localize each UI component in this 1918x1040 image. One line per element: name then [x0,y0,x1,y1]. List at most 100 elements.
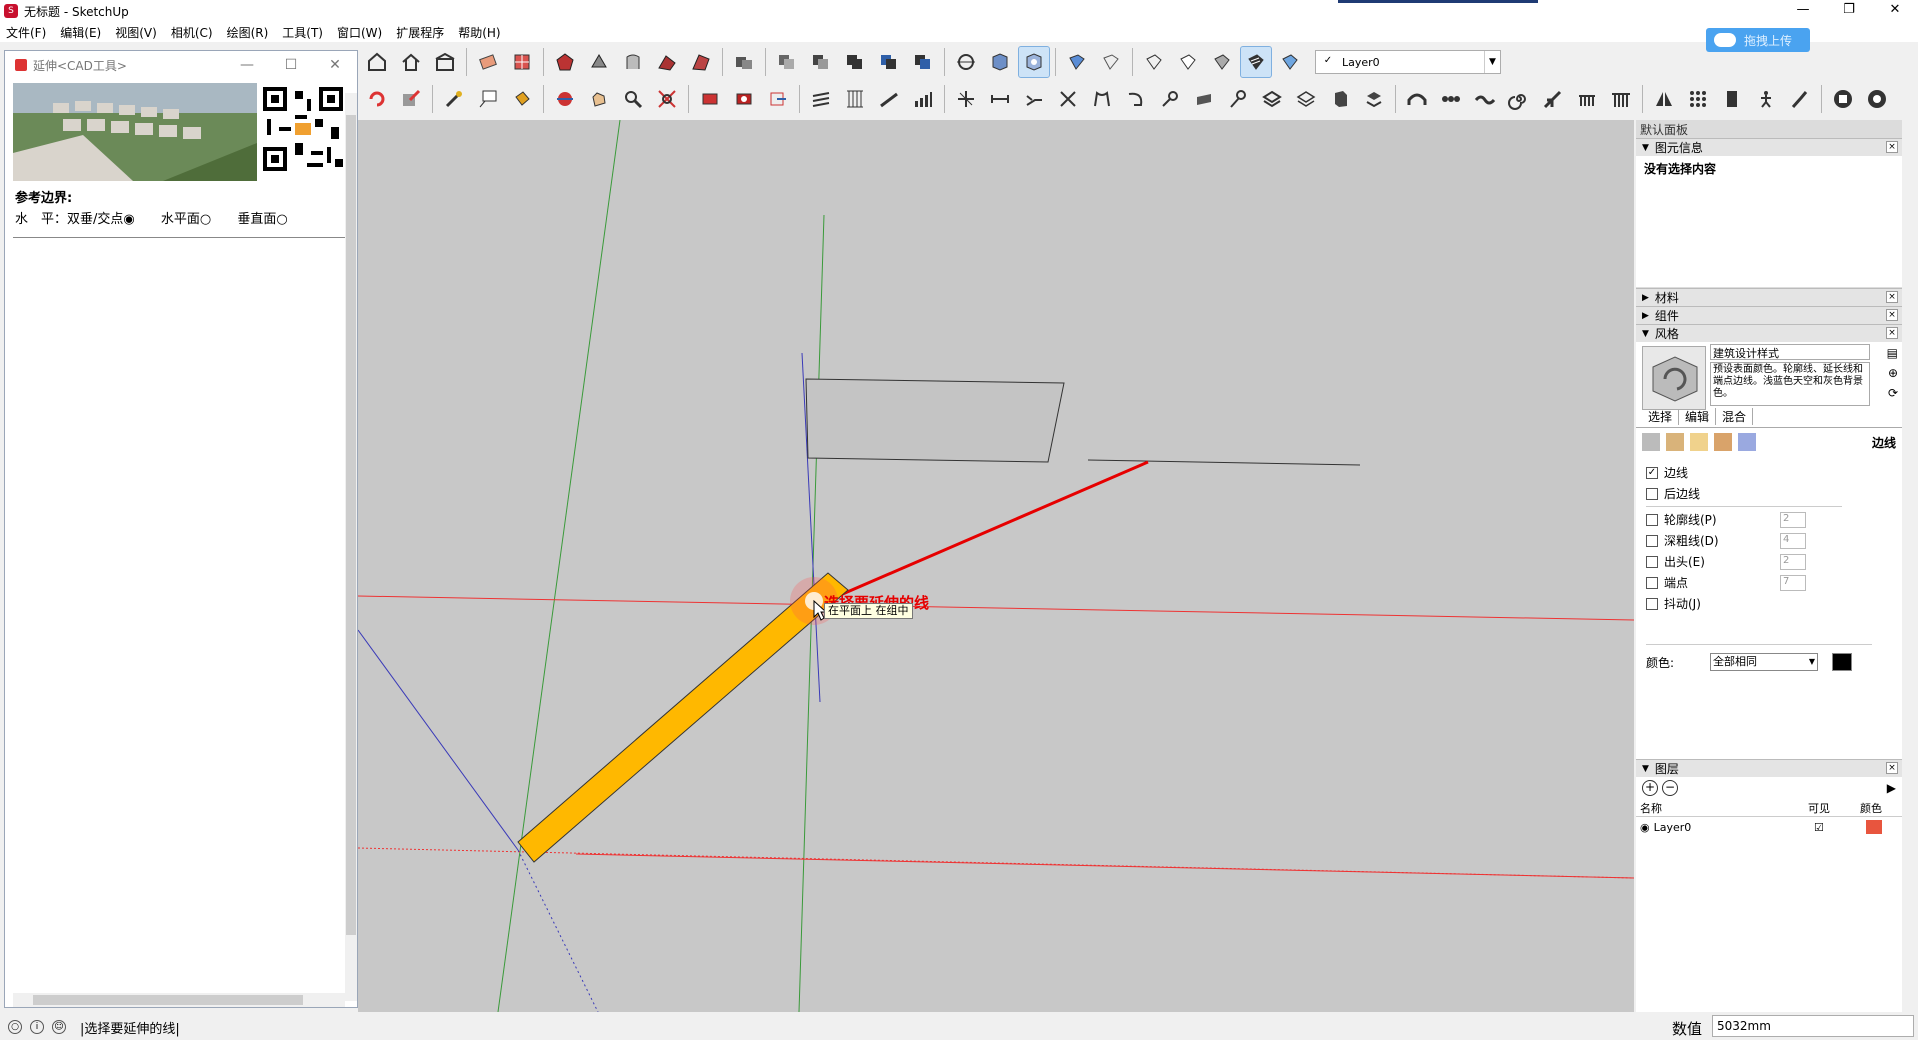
checkbox[interactable] [1646,597,1658,610]
drawing-viewport[interactable]: 选择要延伸的线 在平面上 在组中 [358,120,1634,1012]
option-horizontal[interactable]: 水 平：双垂/交点◉ [15,212,135,227]
section-plane-icon[interactable] [951,47,981,77]
styles-header[interactable]: ▼ 风格 × [1636,324,1902,342]
create-style-icon[interactable]: ⊕ [1888,366,1898,380]
store-icon[interactable] [430,47,460,77]
zoom-extents-icon[interactable] [652,84,682,114]
layer-select[interactable]: ✓ Layer0 ▼ [1315,50,1501,74]
style-thumbnail[interactable] [1642,346,1706,410]
plugin-dark-b-icon[interactable] [1862,84,1892,114]
checkbox[interactable] [1646,487,1658,500]
modeling-settings-icon[interactable] [1738,433,1756,451]
geo-location-icon[interactable]: ○ [8,1020,22,1034]
restore-button[interactable]: ❐ [1826,0,1872,22]
menu-draw[interactable]: 绘图(R) [221,24,277,41]
info-icon[interactable]: i [30,1020,44,1034]
watermark-settings-icon[interactable] [1714,433,1732,451]
offset-face-icon[interactable] [1189,84,1219,114]
scatter-icon[interactable] [1359,84,1389,114]
railing-icon[interactable] [1572,84,1602,114]
array-icon[interactable] [1683,84,1713,114]
edge-option-row[interactable]: 深粗线(D) 4 [1636,530,1902,551]
subtract-icon[interactable] [874,47,904,77]
person-icon[interactable] [1751,84,1781,114]
plugin-red-b-icon[interactable] [729,84,759,114]
roof-icon[interactable] [1538,84,1568,114]
cad-minimize-button[interactable]: — [225,57,269,73]
menu-edit[interactable]: 编辑(E) [54,24,109,41]
minimize-button[interactable]: — [1780,0,1826,22]
plugin-dark-a-icon[interactable] [1828,84,1858,114]
box-icon[interactable] [1325,84,1355,114]
hidden-line-icon[interactable] [1173,47,1203,77]
menu-tools[interactable]: 工具(T) [276,24,331,41]
chamfer-icon[interactable] [1155,84,1185,114]
checkbox[interactable] [1646,534,1658,547]
menu-view[interactable]: 视图(V) [109,24,165,41]
checkbox[interactable] [1646,576,1658,589]
eraser-icon[interactable] [473,47,503,77]
wave-icon[interactable] [1470,84,1500,114]
arch-icon[interactable] [1402,84,1432,114]
style-name-field[interactable]: 建筑设计样式 [1710,344,1870,360]
background-settings-icon[interactable] [1690,433,1708,451]
zoom-icon[interactable] [618,84,648,114]
stairs-icon[interactable] [806,84,836,114]
checkbox[interactable] [1646,555,1658,568]
menu-help[interactable]: 帮助(H) [452,24,508,41]
monochrome-icon[interactable] [1275,47,1305,77]
profile-width-field[interactable]: 2 [1780,511,1806,528]
paint-grid-icon[interactable] [507,47,537,77]
layer-visible-checkbox[interactable]: ☑ [1814,821,1824,834]
measurements-input[interactable]: 5032mm [1712,1015,1914,1037]
edge-option-row[interactable]: 出头(E) 2 [1636,551,1902,572]
close-button[interactable]: ✕ [1872,0,1918,22]
layer-color-swatch[interactable] [1866,820,1882,834]
pillars-icon[interactable] [1606,84,1636,114]
style-description-field[interactable]: 预设表面颜色。轮廓线、延长线和端点边线。浅蓝色天空和灰色背景色。 [1710,362,1870,406]
text-tool-icon[interactable] [473,84,503,114]
arc-frame-icon[interactable] [1087,84,1117,114]
push-shape-icon[interactable] [584,47,614,77]
outer-shell-icon[interactable] [772,47,802,77]
edge-color-swatch[interactable] [1832,653,1852,671]
user-icon[interactable]: ☺ [52,1020,66,1034]
chain-icon[interactable] [1436,84,1466,114]
extension-field[interactable]: 2 [1780,553,1806,570]
sandbox-icon[interactable] [618,47,648,77]
shaded-textures-icon[interactable] [1240,46,1272,78]
close-icon[interactable]: × [1886,141,1898,153]
components-header[interactable]: ▶ 组件 × [1636,306,1902,324]
option-horizontal-plane[interactable]: 水平面○ [161,212,211,227]
update-style-icon[interactable]: ⟳ [1888,386,1898,400]
shaded-icon[interactable] [1207,47,1237,77]
terrain-icon[interactable] [652,47,682,77]
trim-lines-icon[interactable] [1053,84,1083,114]
color-mode-select[interactable]: 全部相同 ▼ [1710,653,1818,671]
edge-option-row[interactable]: 端点 7 [1636,572,1902,593]
option-vertical-plane[interactable]: 垂直面○ [237,212,287,227]
group-icon[interactable] [729,47,759,77]
close-icon[interactable]: × [1886,762,1898,774]
drape-icon[interactable] [686,47,716,77]
section-cut-icon[interactable] [1018,46,1050,78]
pan-icon[interactable] [584,84,614,114]
planes-icon[interactable] [1291,84,1321,114]
layer-row[interactable]: ◉ Layer0 ☑ [1636,817,1902,837]
close-icon[interactable]: × [1886,291,1898,303]
edge-option-row[interactable]: ✓ 边线 [1636,462,1902,483]
cad-vertical-scrollbar[interactable] [345,93,357,1001]
dimension-icon[interactable] [985,84,1015,114]
scene-canvas[interactable] [358,120,1634,1012]
endpoints-field[interactable]: 7 [1780,574,1806,591]
mirror-icon[interactable] [1649,84,1679,114]
add-layer-icon[interactable]: + [1642,780,1658,796]
extend-icon[interactable] [1019,84,1049,114]
entity-info-header[interactable]: ▼ 图元信息 × [1636,138,1902,156]
menu-camera[interactable]: 相机(C) [165,24,221,41]
ramp-icon[interactable] [874,84,904,114]
face-settings-icon[interactable] [1666,433,1684,451]
depth-cue-field[interactable]: 4 [1780,532,1806,549]
weld-icon[interactable] [1223,84,1253,114]
menu-extensions[interactable]: 扩展程序 [390,24,452,41]
